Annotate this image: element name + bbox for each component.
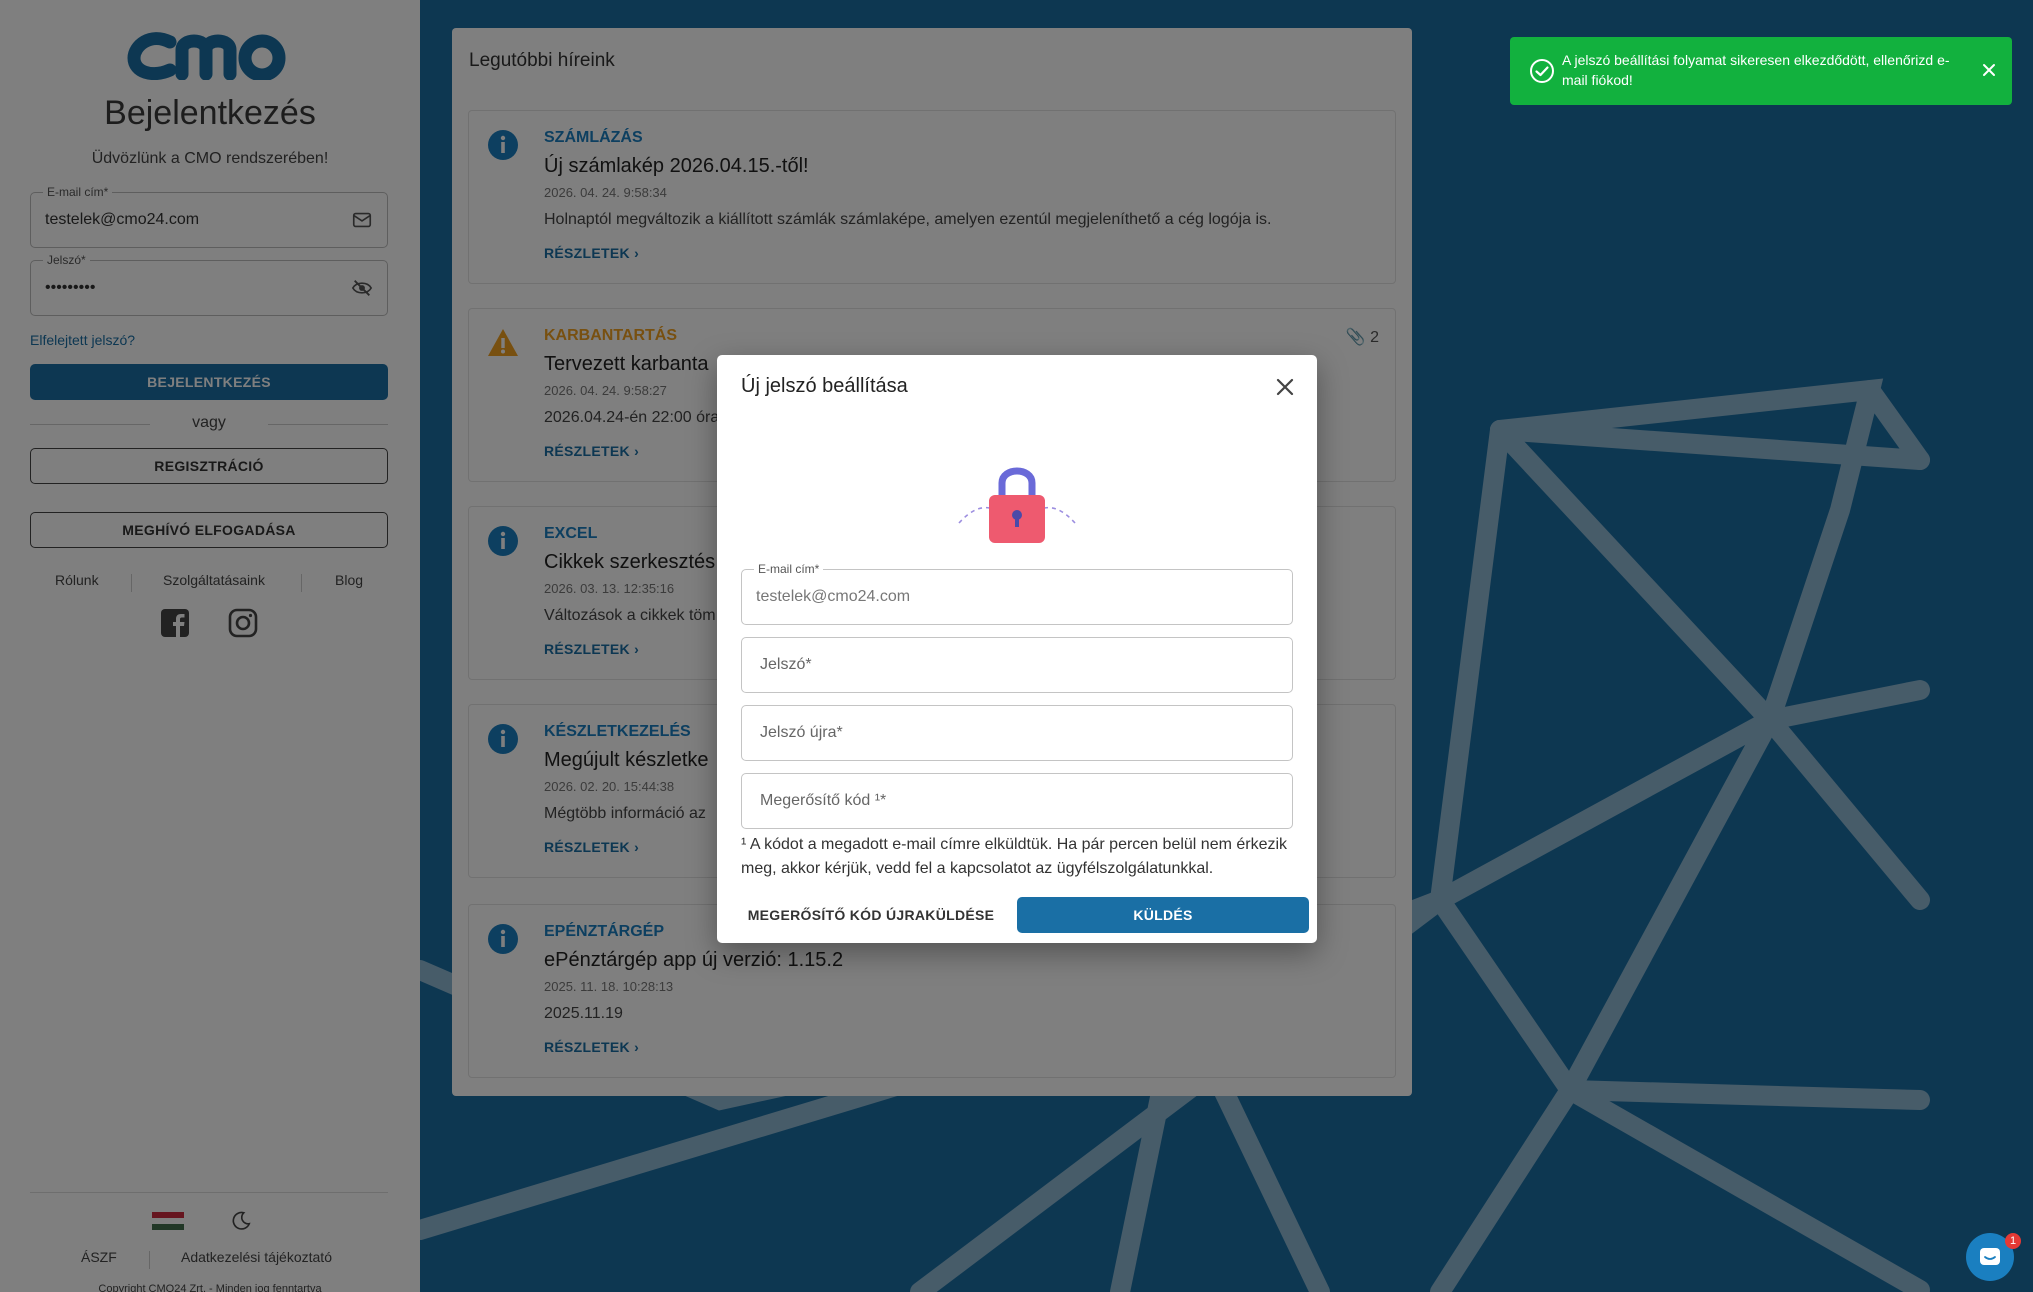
close-icon[interactable] (1273, 375, 1297, 399)
dialog-title: Új jelszó beállítása (741, 375, 908, 397)
close-icon[interactable] (1978, 59, 2000, 81)
code-sent-note: ¹ A kódot a megadott e-mail címre elküld… (741, 836, 1288, 877)
confirm-password-placeholder: Jelszó újra* (760, 724, 843, 741)
dialog-email-label: E-mail cím* (754, 562, 824, 576)
dialog-email-field[interactable]: E-mail cím* testelek@cmo24.com (741, 562, 1293, 625)
toast-message: A jelszó beállítási folyamat sikeresen e… (1562, 52, 1950, 88)
verification-code-field[interactable]: Megerősítő kód ¹* (741, 773, 1293, 829)
lock-icon (958, 467, 1076, 543)
new-password-placeholder: Jelszó* (760, 656, 812, 673)
send-button[interactable]: KÜLDÉS (1017, 897, 1309, 933)
verification-code-placeholder: Megerősítő kód ¹* (760, 792, 887, 809)
resend-code-button[interactable]: MEGERŐSÍTŐ KÓD ÚJRAKÜLDÉSE (741, 897, 1001, 933)
new-password-field[interactable]: Jelszó* (741, 637, 1293, 693)
dialog-email-value: testelek@cmo24.com (756, 588, 911, 605)
success-toast: A jelszó beállítási folyamat sikeresen e… (1510, 37, 2012, 105)
confirm-password-field[interactable]: Jelszó újra* (741, 705, 1293, 761)
chat-icon (1980, 1248, 2000, 1265)
chat-notification-badge: 1 (2005, 1233, 2021, 1249)
check-circle-icon (1530, 59, 1554, 83)
new-password-dialog: Új jelszó beállítása E-mail cím* testele… (717, 355, 1317, 943)
